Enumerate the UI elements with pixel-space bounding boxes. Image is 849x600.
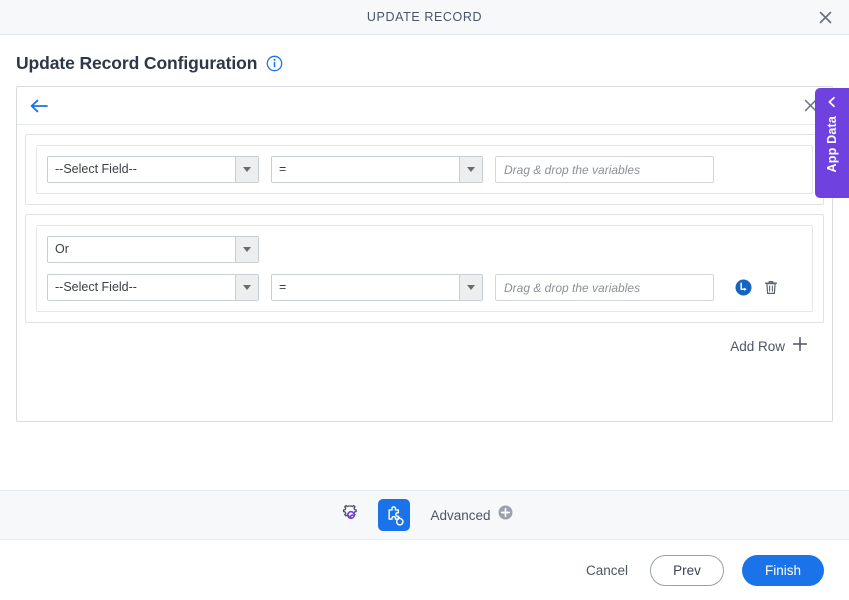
page-title: Update Record Configuration bbox=[16, 53, 258, 73]
app-data-tab[interactable]: App Data bbox=[815, 88, 849, 198]
variable-dropzone-input[interactable] bbox=[495, 274, 714, 301]
field-select-label: --Select Field-- bbox=[55, 162, 137, 176]
arrow-left-icon[interactable] bbox=[29, 95, 53, 117]
chevron-down-icon[interactable] bbox=[459, 157, 482, 182]
logic-operator-row: Or bbox=[47, 236, 802, 263]
condition-row: --Select Field-- = bbox=[47, 156, 802, 183]
add-sub-condition-icon[interactable] bbox=[734, 278, 753, 297]
logic-operator-select[interactable]: Or bbox=[47, 236, 259, 263]
dialog-title: UPDATE RECORD bbox=[366, 10, 483, 24]
chevron-down-icon[interactable] bbox=[459, 275, 482, 300]
advanced-toolbar: Advanced bbox=[0, 490, 849, 540]
prev-button[interactable]: Prev bbox=[650, 554, 724, 586]
field-select[interactable]: --Select Field-- bbox=[47, 274, 259, 301]
operator-select[interactable]: = bbox=[271, 274, 483, 301]
operator-select-label: = bbox=[279, 162, 287, 176]
info-circle-icon[interactable] bbox=[266, 55, 283, 72]
operator-select-label: = bbox=[279, 280, 287, 294]
dialog-footer: Cancel Prev Finish bbox=[0, 540, 849, 600]
plus-circle-icon bbox=[498, 505, 513, 525]
chevron-left-icon bbox=[825, 95, 839, 109]
page-title-row: Update Record Configuration bbox=[0, 35, 849, 86]
row-actions bbox=[734, 278, 780, 297]
delete-row-icon[interactable] bbox=[761, 278, 780, 297]
operator-select[interactable]: = bbox=[271, 156, 483, 183]
plus-icon bbox=[792, 336, 808, 357]
condition-group-inner: --Select Field-- = bbox=[36, 145, 813, 194]
dialog-titlebar: UPDATE RECORD bbox=[0, 0, 849, 35]
field-select[interactable]: --Select Field-- bbox=[47, 156, 259, 183]
puzzle-piece-icon[interactable] bbox=[378, 499, 411, 531]
app-data-tab-label: App Data bbox=[825, 116, 839, 173]
field-select-label: --Select Field-- bbox=[55, 280, 137, 294]
close-icon[interactable] bbox=[815, 7, 835, 27]
condition-group: --Select Field-- = bbox=[25, 134, 824, 205]
chevron-down-icon[interactable] bbox=[235, 237, 258, 262]
chevron-down-icon[interactable] bbox=[235, 275, 258, 300]
condition-group: Or --Select Field-- = bbox=[25, 214, 824, 323]
advanced-label: Advanced bbox=[430, 507, 491, 523]
rule-builder-body: --Select Field-- = Drag & drop the varia… bbox=[17, 125, 832, 421]
finish-button[interactable]: Finish bbox=[742, 554, 824, 586]
dialog-content: Update Record Configuration --Select Fie… bbox=[0, 35, 849, 490]
condition-row: --Select Field-- = bbox=[47, 274, 802, 301]
gear-icon[interactable] bbox=[336, 500, 366, 530]
add-row-button[interactable]: Add Row bbox=[25, 332, 824, 357]
condition-group-inner: Or --Select Field-- = bbox=[36, 225, 813, 312]
logic-operator-label: Or bbox=[55, 242, 69, 256]
advanced-button[interactable]: Advanced bbox=[430, 505, 513, 525]
variable-dropzone-input[interactable] bbox=[495, 156, 714, 183]
rule-builder-header bbox=[17, 87, 832, 125]
rule-builder-panel: --Select Field-- = Drag & drop the varia… bbox=[16, 86, 833, 422]
cancel-button[interactable]: Cancel bbox=[582, 557, 632, 584]
add-row-label: Add Row bbox=[730, 339, 785, 354]
update-record-dialog: UPDATE RECORD Update Record Configuratio… bbox=[0, 0, 849, 600]
chevron-down-icon[interactable] bbox=[235, 157, 258, 182]
